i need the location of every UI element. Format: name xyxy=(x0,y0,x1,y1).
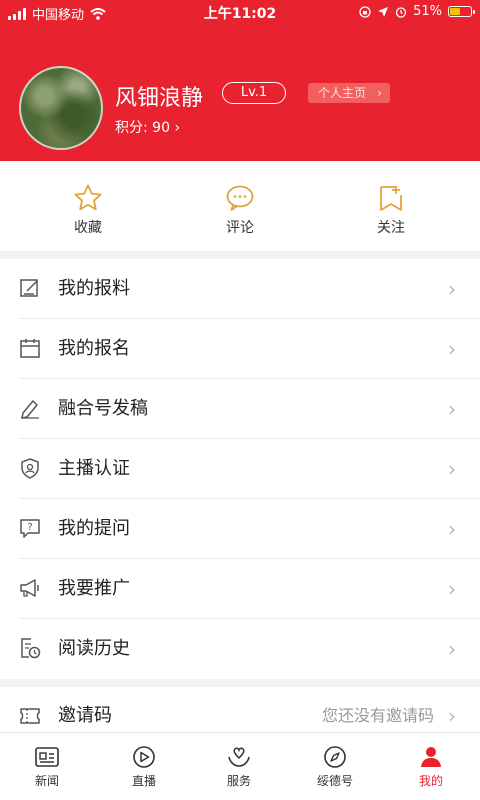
menu-item-submit-article[interactable]: 融合号发稿 › xyxy=(0,379,480,439)
menu-list: 我的报料 › 我的报名 › 融合号发稿 › 主播认证 › ? 我的提问 › 我要… xyxy=(0,259,480,679)
lock-rotation-icon xyxy=(359,5,371,18)
comments-button[interactable]: 评论 xyxy=(200,183,280,237)
status-bar: 中国移动 上午11:02 51% xyxy=(0,0,480,24)
favorites-label: 收藏 xyxy=(74,220,102,236)
points-link[interactable]: 积分: 90 › xyxy=(115,117,180,137)
profile-icon xyxy=(421,747,441,767)
homepage-label: 个人主页 xyxy=(318,86,367,100)
calendar-icon xyxy=(20,339,40,358)
chevron-right-icon: › xyxy=(448,517,456,541)
level-badge: Lv.1 xyxy=(222,82,286,104)
shield-user-icon xyxy=(21,458,39,479)
follow-icon xyxy=(380,186,402,211)
tab-news[interactable]: 新闻 xyxy=(12,745,82,789)
tab-mine[interactable]: 我的 xyxy=(396,745,466,789)
menu-item-my-registrations[interactable]: 我的报名 › xyxy=(0,319,480,379)
battery-icon xyxy=(448,6,475,17)
follow-label: 关注 xyxy=(377,220,405,236)
menu-item-label: 主播认证 xyxy=(58,458,130,479)
pen-icon xyxy=(21,400,39,419)
battery-percent: 51% xyxy=(413,4,442,19)
chevron-right-icon: › xyxy=(448,397,456,421)
chevron-right-icon: › xyxy=(377,86,382,100)
live-icon xyxy=(133,746,155,768)
menu-item-label: 我的报料 xyxy=(58,278,130,299)
bottom-tab-bar: 新闻 直播 服务 绥德号 我的 xyxy=(0,732,480,800)
alarm-icon xyxy=(395,6,407,18)
tab-suide-account[interactable]: 绥德号 xyxy=(300,745,370,789)
menu-item-label: 我要推广 xyxy=(58,578,130,599)
chevron-right-icon: › xyxy=(448,457,456,481)
tab-service[interactable]: 服务 xyxy=(204,745,274,789)
question-icon: ? xyxy=(20,519,40,538)
follow-button[interactable]: 关注 xyxy=(351,183,431,237)
chevron-right-icon: › xyxy=(448,277,456,301)
news-icon xyxy=(35,747,59,767)
profile-header: 中国移动 上午11:02 51% 风钿浪静 Lv.1 个人主页 › 积分: 90… xyxy=(0,0,480,161)
comment-icon xyxy=(226,185,254,211)
menu-item-label: 我的报名 xyxy=(58,338,130,359)
location-icon xyxy=(378,6,389,17)
tab-label: 我的 xyxy=(418,774,443,788)
ticket-icon xyxy=(20,708,40,724)
edit-note-icon xyxy=(20,279,38,297)
tab-label: 直播 xyxy=(131,774,156,788)
menu-item-promotion[interactable]: 我要推广 › xyxy=(0,559,480,619)
menu-item-my-questions[interactable]: ? 我的提问 › xyxy=(0,499,480,559)
tab-label: 绥德号 xyxy=(316,774,353,788)
tab-label: 新闻 xyxy=(34,774,59,788)
svg-text:?: ? xyxy=(27,522,32,533)
homepage-button[interactable]: 个人主页 › xyxy=(308,83,390,103)
tab-label: 服务 xyxy=(226,774,251,788)
username: 风钿浪静 xyxy=(115,86,204,111)
menu-item-label: 阅读历史 xyxy=(58,638,130,659)
comments-label: 评论 xyxy=(226,220,254,236)
chevron-right-icon: › xyxy=(448,337,456,361)
chevron-right-icon: › xyxy=(448,637,456,661)
menu-item-label: 融合号发稿 xyxy=(58,398,148,419)
menu-item-my-reports[interactable]: 我的报料 › xyxy=(0,259,480,319)
tab-live[interactable]: 直播 xyxy=(109,745,179,789)
favorites-button[interactable]: 收藏 xyxy=(48,183,128,237)
menu-item-anchor-certification[interactable]: 主播认证 › xyxy=(0,439,480,499)
chevron-right-icon: › xyxy=(448,577,456,601)
menu-item-reading-history[interactable]: 阅读历史 › xyxy=(0,619,480,679)
chevron-right-icon: › xyxy=(174,120,181,136)
star-icon xyxy=(74,184,102,211)
avatar[interactable] xyxy=(19,66,103,150)
quick-actions: 收藏 评论 关注 xyxy=(0,161,480,251)
service-icon xyxy=(228,747,250,767)
points-label: 积分: 90 xyxy=(115,120,170,136)
megaphone-icon xyxy=(20,579,39,597)
compass-icon xyxy=(324,746,346,768)
history-icon xyxy=(21,638,41,659)
menu-item-label: 我的提问 xyxy=(58,518,130,539)
